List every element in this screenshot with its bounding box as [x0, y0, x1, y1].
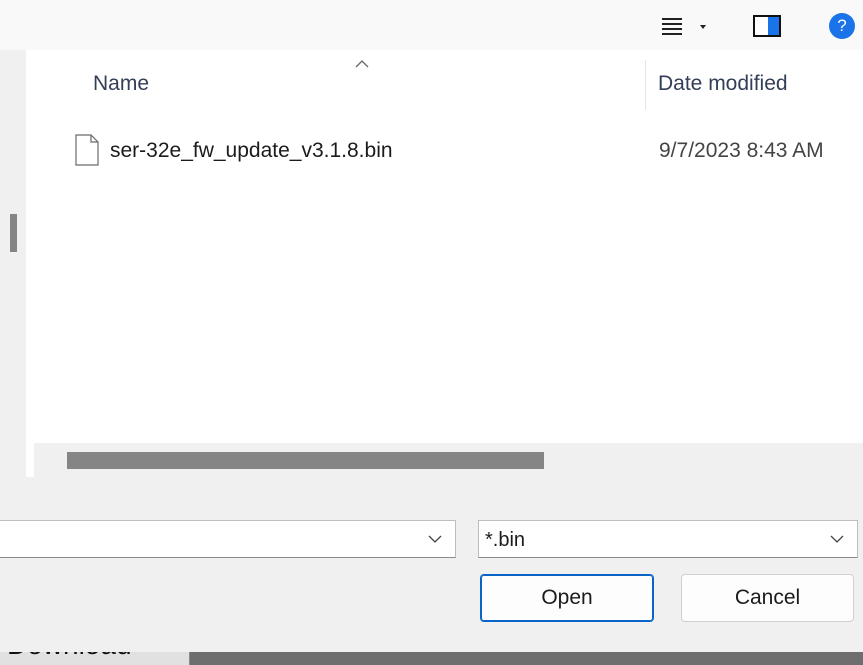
file-icon — [75, 134, 99, 166]
vertical-scrollbar-thumb[interactable] — [10, 214, 17, 252]
chevron-down-icon[interactable] — [427, 533, 443, 545]
open-button[interactable]: Open — [480, 574, 654, 622]
column-divider[interactable] — [645, 60, 646, 110]
dialog-toolbar: ? — [0, 0, 863, 50]
view-options-icon — [662, 18, 682, 35]
help-button[interactable]: ? — [825, 10, 859, 42]
preview-pane-button[interactable] — [750, 12, 784, 40]
help-icon: ? — [829, 13, 855, 39]
file-list-pane[interactable]: Name Date modified ser-32e_fw_update_v3.… — [26, 50, 863, 477]
caret-down-icon — [700, 25, 706, 29]
file-type-select[interactable]: *.bin — [478, 520, 858, 558]
cancel-button[interactable]: Cancel — [681, 574, 854, 622]
change-view-button[interactable] — [658, 12, 716, 40]
file-row[interactable]: ser-32e_fw_update_v3.1.8.bin 9/7/2023 8:… — [66, 128, 863, 172]
file-open-dialog: Download ? Name — [0, 0, 863, 665]
chevron-down-icon[interactable] — [829, 533, 845, 545]
sort-ascending-icon — [355, 60, 369, 68]
file-name: ser-32e_fw_update_v3.1.8.bin — [110, 139, 393, 162]
file-name-combobox[interactable] — [0, 520, 456, 558]
file-date-modified: 9/7/2023 8:43 AM — [659, 139, 824, 162]
preview-pane-icon — [753, 15, 781, 37]
horizontal-scrollbar-thumb[interactable] — [67, 452, 544, 469]
column-header-date-modified[interactable]: Date modified — [658, 72, 788, 96]
file-type-value: *.bin — [485, 529, 526, 551]
column-header-name[interactable]: Name — [93, 72, 149, 96]
